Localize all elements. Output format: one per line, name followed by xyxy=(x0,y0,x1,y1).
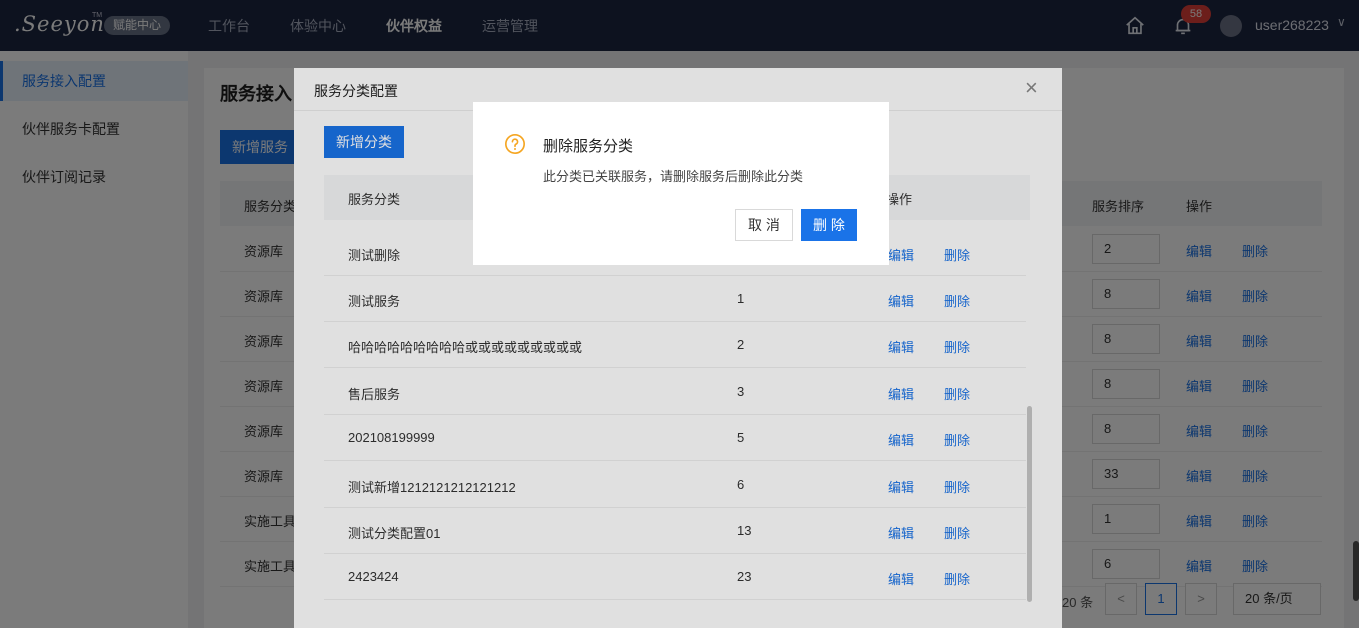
confirm-message: 此分类已关联服务，请删除服务后删除此分类 xyxy=(543,169,804,184)
confirm-title: 删除服务分类 xyxy=(543,138,634,155)
cancel-button[interactable]: 取 消 xyxy=(735,209,793,241)
confirm-mask xyxy=(0,0,1359,628)
confirm-delete-button[interactable]: 删 除 xyxy=(801,209,857,241)
delete-confirm-modal: 删除服务分类 此分类已关联服务，请删除服务后删除此分类 取 消 删 除 xyxy=(473,102,889,265)
question-circle-icon xyxy=(505,134,525,154)
